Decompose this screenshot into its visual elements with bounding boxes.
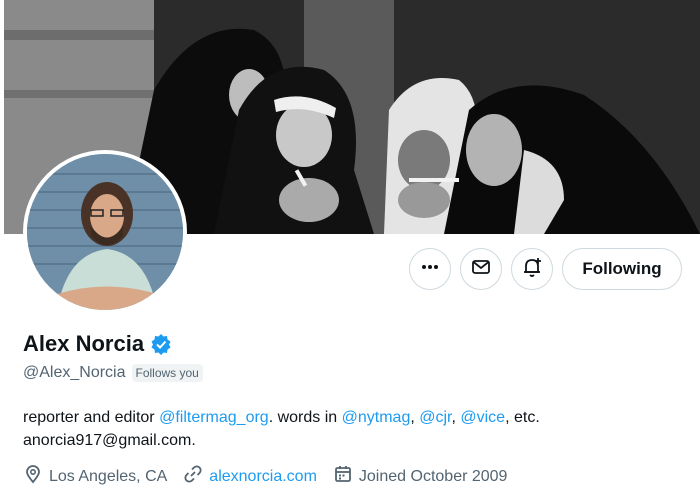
notifications-button[interactable] [511, 248, 553, 290]
website-item: alexnorcia.com [183, 464, 317, 489]
bio-text: reporter and editor [23, 409, 160, 426]
bio-line-2: anorcia917@gmail.com. [23, 432, 196, 449]
more-icon [420, 257, 440, 282]
verified-badge-icon[interactable] [150, 333, 172, 355]
handle-row: @Alex_Norcia Follows you [23, 364, 203, 382]
joined-text: Joined October 2009 [358, 467, 508, 485]
mention-link-vice[interactable]: @vice [460, 409, 505, 426]
location-text: Los Angeles, CA [49, 467, 168, 485]
mail-icon [471, 257, 491, 282]
message-button[interactable] [460, 248, 502, 290]
notification-bell-icon [521, 256, 543, 283]
follows-you-badge: Follows you [131, 364, 203, 382]
location-icon [23, 464, 49, 489]
profile-actions: Following [0, 248, 700, 292]
bio-line-1: reporter and editor @filtermag_org. word… [23, 406, 683, 429]
display-name: Alex Norcia [23, 331, 145, 356]
mention-link-cjr[interactable]: @cjr [419, 409, 451, 426]
profile-meta-row: Los Angeles, CA alexnorcia.com Joined Oc… [23, 464, 523, 489]
website-link[interactable]: alexnorcia.com [209, 468, 317, 486]
bio-text: . words in [268, 409, 342, 426]
bio-text: , etc. [505, 409, 540, 426]
profile-bio: reporter and editor @filtermag_org. word… [23, 406, 683, 452]
profile-name-row: Alex Norcia [23, 331, 172, 357]
more-button[interactable] [409, 248, 451, 290]
calendar-icon [333, 464, 359, 489]
mention-link-nytmag[interactable]: @nytmag [342, 409, 411, 426]
joined-item: Joined October 2009 [333, 464, 508, 489]
user-handle: @Alex_Norcia [23, 364, 126, 381]
location-item: Los Angeles, CA [23, 464, 167, 489]
link-icon [183, 464, 209, 489]
following-button[interactable]: Following [562, 248, 682, 290]
bio-separator: , [410, 409, 420, 426]
mention-link-filtermag[interactable]: @filtermag_org [159, 409, 269, 426]
